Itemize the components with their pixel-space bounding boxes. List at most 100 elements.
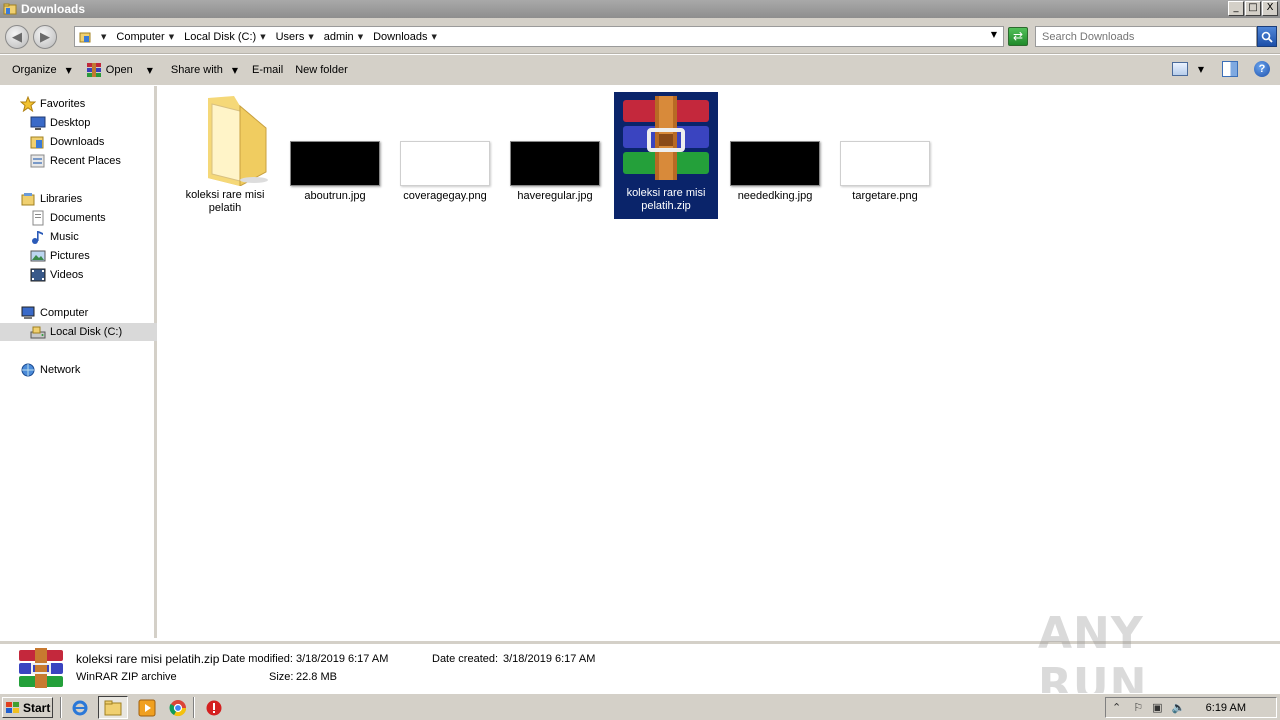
email-button[interactable]: E-mail <box>246 58 289 82</box>
file-item-haveregular[interactable]: haveregular.jpg <box>503 141 607 203</box>
computer-icon <box>21 306 35 319</box>
preview-pane-icon[interactable] <box>1222 61 1238 77</box>
breadcrumb-users[interactable]: Users ▼ <box>276 31 320 43</box>
downloads-folder-icon <box>30 136 44 149</box>
folder-location-icon <box>79 32 91 42</box>
new-folder-button[interactable]: New folder <box>289 58 354 82</box>
show-hidden-icons-icon[interactable]: ⌃ <box>1112 701 1121 714</box>
image-thumbnail <box>510 141 600 186</box>
nav-computer[interactable]: Computer <box>20 304 88 322</box>
back-button[interactable]: ◀ <box>5 25 29 49</box>
date-created-value: 3/18/2019 6:17 AM <box>503 653 596 665</box>
file-item-neededking[interactable]: neededking.jpg <box>723 141 827 203</box>
toolbar-right: ▼ ? <box>1171 61 1270 77</box>
volume-icon[interactable]: 🔈 <box>1172 701 1186 714</box>
nav-desktop[interactable]: Desktop <box>30 114 90 132</box>
nav-network[interactable]: Network <box>20 361 80 379</box>
pictures-icon <box>30 250 46 262</box>
nav-libraries[interactable]: Libraries <box>20 190 82 208</box>
nav-recent-places[interactable]: Recent Places <box>30 152 121 170</box>
image-thumbnail <box>730 141 820 186</box>
file-name: neededking.jpg <box>737 190 813 202</box>
explorer-taskbar-button[interactable] <box>98 696 128 719</box>
star-icon <box>20 96 36 112</box>
internet-explorer-icon[interactable] <box>71 699 89 717</box>
folder-icon <box>104 700 122 716</box>
music-icon <box>32 231 43 244</box>
breadcrumb-admin[interactable]: admin ▼ <box>324 31 369 43</box>
file-name: targetare.png <box>852 190 918 202</box>
nav-pictures[interactable]: Pictures <box>30 247 90 265</box>
refresh-icon: ⇄ <box>1012 29 1024 43</box>
help-icon[interactable]: ? <box>1254 61 1270 77</box>
file-list: koleksi rare misi pelatih aboutrun.jpg c… <box>160 86 1280 638</box>
breadcrumb-root-arrow[interactable]: ▼ <box>97 33 112 41</box>
stop-icon[interactable] <box>205 699 223 717</box>
nav-music[interactable]: Music <box>30 228 79 246</box>
chevron-down-icon: ▼ <box>168 32 175 41</box>
network-tray-icon[interactable]: ▣ <box>1152 701 1162 714</box>
address-row: ◀ ▶ ▼ Computer ▼ Local Disk (C:) ▼ Users ▼ … <box>0 18 1280 54</box>
search-button[interactable] <box>1257 26 1277 47</box>
nav-documents[interactable]: Documents <box>30 209 106 227</box>
chevron-down-icon[interactable]: ▼ <box>1198 65 1204 74</box>
date-modified-value: 3/18/2019 6:17 AM <box>296 653 389 665</box>
file-name: koleksi rare misi pelatih.zip <box>626 187 706 212</box>
chevron-down-icon: ▼ <box>65 65 72 75</box>
open-button[interactable]: Open ▼ <box>80 58 159 82</box>
search-input[interactable] <box>1035 26 1257 47</box>
action-center-flag-icon[interactable]: ⚐ <box>1133 701 1143 714</box>
organize-button[interactable]: Organize ▼ <box>6 58 78 82</box>
maximize-button[interactable]: □ <box>1245 1 1261 16</box>
documents-icon <box>32 210 44 226</box>
desktop-icon <box>30 116 46 130</box>
nav-videos[interactable]: Videos <box>30 266 83 284</box>
network-icon <box>21 363 35 377</box>
chrome-icon[interactable] <box>169 699 187 717</box>
file-item-coveragegay[interactable]: coveragegay.png <box>393 141 497 203</box>
address-bar[interactable]: ▼ Computer ▼ Local Disk (C:) ▼ Users ▼ admi… <box>74 26 1004 47</box>
hard-drive-icon <box>30 326 46 339</box>
clock[interactable]: 6:19 AM <box>1206 702 1246 714</box>
chevron-down-icon: ▼ <box>231 65 239 75</box>
size-value: 22.8 MB <box>296 671 337 683</box>
change-view-icon[interactable] <box>1171 62 1188 76</box>
refresh-button[interactable]: ⇄ <box>1008 27 1028 46</box>
breadcrumb-computer[interactable]: Computer ▼ <box>116 31 180 43</box>
file-item-targetare[interactable]: targetare.png <box>833 141 937 203</box>
arrow-right-icon: ▶ <box>40 29 50 44</box>
address-history-dropdown[interactable]: ▼ <box>991 30 997 39</box>
nav-favorites[interactable]: Favorites <box>20 95 85 113</box>
watermark: ANY RUN <box>1038 608 1148 710</box>
chevron-down-icon: ▼ <box>260 32 266 41</box>
media-player-icon[interactable] <box>138 699 156 717</box>
start-button[interactable]: Start <box>2 697 53 718</box>
file-name: aboutrun.jpg <box>304 190 366 202</box>
share-with-button[interactable]: Share with ▼ <box>165 58 244 82</box>
file-item-zip-selected[interactable]: koleksi rare misi pelatih.zip <box>614 92 718 219</box>
nav-local-disk[interactable]: Local Disk (C:) <box>0 323 157 341</box>
chevron-down-icon: ▼ <box>101 32 107 41</box>
search-icon <box>1261 31 1273 43</box>
file-name: haveregular.jpg <box>517 190 593 202</box>
title-bar: Downloads _ □ X <box>0 0 1280 18</box>
taskbar-separator <box>193 697 195 718</box>
date-modified-label: Date modified: <box>222 653 293 665</box>
system-tray: ⌃ ⚐ ▣ 🔈 6:19 AM <box>1105 697 1277 718</box>
file-item-aboutrun[interactable]: aboutrun.jpg <box>283 141 387 203</box>
minimize-button[interactable]: _ <box>1228 1 1244 16</box>
breadcrumb-downloads[interactable]: Downloads ▼ <box>373 31 443 43</box>
windows-flag-icon <box>6 701 19 713</box>
window-controls: _ □ X <box>1228 1 1278 16</box>
folder-icon <box>3 3 17 15</box>
nav-downloads[interactable]: Downloads <box>30 133 104 151</box>
image-thumbnail <box>400 141 490 186</box>
file-item-folder[interactable]: koleksi rare misi pelatih <box>173 94 277 215</box>
taskbar: Start ⌃ ⚐ ▣ 🔈 6:19 AM <box>0 693 1280 720</box>
details-file-type: WinRAR ZIP archive <box>76 671 177 683</box>
forward-button[interactable]: ▶ <box>33 25 57 49</box>
close-button[interactable]: X <box>1262 1 1278 16</box>
chevron-down-icon: ▼ <box>357 32 364 41</box>
breadcrumb-local-disk[interactable]: Local Disk (C:) ▼ <box>184 31 272 43</box>
videos-icon <box>30 268 46 282</box>
